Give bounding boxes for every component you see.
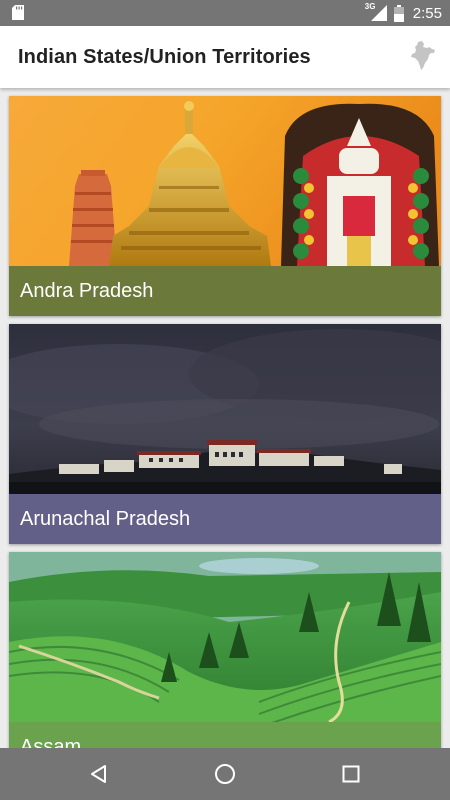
state-name-label: Assam	[9, 722, 441, 748]
app-bar: Indian States/Union Territories	[0, 26, 450, 88]
clock: 2:55	[412, 4, 442, 22]
home-icon	[215, 764, 235, 784]
state-name-label: Arunachal Pradesh	[9, 494, 441, 544]
state-name-label: Andra Pradesh	[9, 266, 441, 316]
signal-icon	[370, 5, 387, 21]
state-card-assam[interactable]: Assam	[9, 552, 441, 748]
back-icon	[91, 765, 106, 783]
status-bar: 3G 2:55	[0, 0, 450, 26]
recents-icon	[342, 765, 360, 783]
recents-button[interactable]	[337, 760, 365, 788]
monastery-under-storm-clouds-image	[9, 324, 441, 494]
navigation-bar	[0, 748, 450, 800]
home-button[interactable]	[211, 760, 239, 788]
sd-card-icon	[12, 5, 24, 20]
battery-icon	[393, 4, 404, 22]
status-icons: 3G 2:55	[365, 0, 442, 26]
page-title: Indian States/Union Territories	[18, 46, 311, 68]
state-card-arunachal-pradesh[interactable]: Arunachal Pradesh	[9, 324, 441, 544]
tea-garden-hills-image	[9, 552, 441, 722]
temple-and-deity-image	[9, 96, 441, 266]
states-list[interactable]: Andra Pradesh Arunachal Pradesh Assam	[0, 88, 450, 748]
signal-indicator: 3G	[365, 2, 389, 22]
india-map-icon[interactable]	[410, 41, 436, 71]
back-button[interactable]	[85, 760, 113, 788]
state-card-andhra-pradesh[interactable]: Andra Pradesh	[9, 96, 441, 316]
